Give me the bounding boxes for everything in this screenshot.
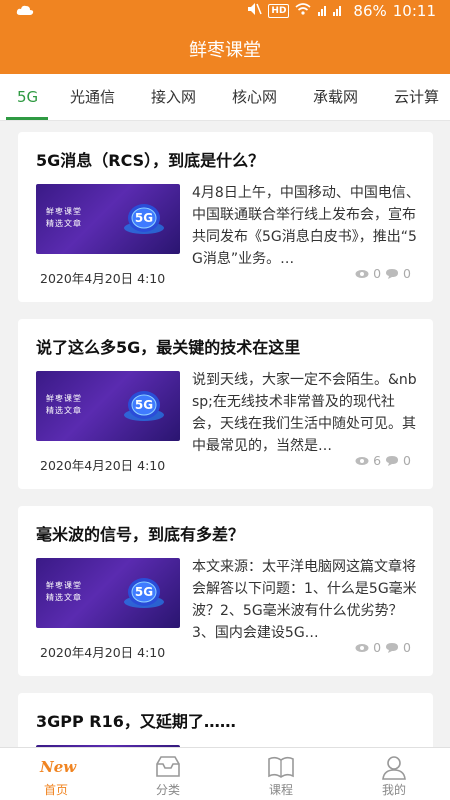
page-title: 鲜枣课堂 xyxy=(189,40,261,61)
thumbnail-caption: 鲜枣课堂 精选文章 xyxy=(46,394,82,415)
tab-access-network[interactable]: 接入网 xyxy=(151,74,196,120)
book-icon xyxy=(268,756,294,778)
eye-icon xyxy=(355,643,369,652)
article-date: 2020年4月20日 4:10 xyxy=(40,271,166,286)
nav-home[interactable]: New 首页 xyxy=(0,748,112,800)
tab-core-network[interactable]: 核心网 xyxy=(232,74,277,120)
svg-text:5G: 5G xyxy=(135,585,153,599)
article-card[interactable]: 说了这么多5G，最关键的技术在这里 鲜枣课堂 精选文章 5G 说到天线，大家一定不… xyxy=(18,319,433,489)
article-title: 说了这么多5G，最关键的技术在这里 xyxy=(36,338,301,357)
article-card[interactable]: 3GPP R16，又延期了…… xyxy=(18,693,433,747)
nav-label: 我的 xyxy=(381,783,406,797)
status-bar: HD 86% 10:11 xyxy=(0,0,450,24)
tab-cloud-computing[interactable]: 云计算 xyxy=(394,74,439,120)
article-card[interactable]: 5G消息（RCS），到底是什么？ 鲜枣课堂 精选文章 5G 4月8日上午，中国移动… xyxy=(18,132,433,302)
status-time: 10:11 xyxy=(392,2,436,20)
article-summary: 4月8日上午，中国移动、中国电信、中国联通联合举行线上发布会，宣布共同发布《5G… xyxy=(192,185,420,267)
article-stats: 0 0 xyxy=(355,640,411,655)
view-count: 6 xyxy=(373,453,382,468)
wifi-icon xyxy=(295,2,311,20)
tab-optical[interactable]: 光通信 xyxy=(70,74,115,120)
svg-text:5G: 5G xyxy=(135,211,153,225)
article-stats: 0 0 xyxy=(355,266,411,281)
nav-courses[interactable]: 课程 xyxy=(225,748,337,800)
5g-badge-icon: 5G xyxy=(124,578,164,608)
nav-label: 首页 xyxy=(43,783,68,797)
eye-icon xyxy=(355,456,369,465)
mute-icon xyxy=(246,2,263,20)
svg-text:5G: 5G xyxy=(135,398,153,412)
5g-badge-icon: 5G xyxy=(124,204,164,234)
article-summary: 本文来源：太平洋电脑网这篇文章将会解答以下问题：1、什么是5G毫米波？2、5G毫… xyxy=(192,559,417,641)
nav-profile[interactable]: 我的 xyxy=(338,748,450,800)
comment-icon xyxy=(386,455,399,466)
view-count: 0 xyxy=(373,266,382,281)
article-title: 毫米波的信号，到底有多差？ xyxy=(36,525,245,544)
nav-label: 分类 xyxy=(155,783,180,797)
signal-icon xyxy=(317,3,347,20)
category-tabs: 5G 光通信 接入网 核心网 承载网 云计算 xyxy=(0,74,450,121)
comment-icon xyxy=(386,268,399,279)
5g-badge-icon: 5G xyxy=(124,391,164,421)
article-thumbnail: 鲜枣课堂 精选文章 5G xyxy=(36,558,180,628)
thumbnail-caption: 鲜枣课堂 精选文章 xyxy=(46,581,82,602)
article-feed[interactable]: 5G消息（RCS），到底是什么？ 鲜枣课堂 精选文章 5G 4月8日上午，中国移动… xyxy=(0,121,450,747)
comment-icon xyxy=(386,642,399,653)
battery-level: 86% xyxy=(353,2,387,20)
article-date: 2020年4月20日 4:10 xyxy=(40,458,166,473)
article-title: 5G消息（RCS），到底是什么？ xyxy=(36,151,265,170)
article-thumbnail: 鲜枣课堂 精选文章 5G xyxy=(36,371,180,441)
tab-bearer-network[interactable]: 承载网 xyxy=(313,74,358,120)
comment-count: 0 xyxy=(403,640,411,655)
article-summary: 说到天线，大家一定不会陌生。&nbsp;在无线技术非常普及的现代社会，天线在我们… xyxy=(192,372,417,454)
tab-5g[interactable]: 5G xyxy=(17,74,38,120)
article-thumbnail: 鲜枣课堂 精选文章 5G xyxy=(36,184,180,254)
bottom-nav: New 首页 分类 课程 我的 xyxy=(0,747,450,800)
thumbnail-caption: 鲜枣课堂 精选文章 xyxy=(46,207,82,228)
eye-icon xyxy=(355,269,369,278)
app-header: 鲜枣课堂 xyxy=(0,24,450,74)
person-icon xyxy=(382,756,406,780)
tab-indicator xyxy=(6,117,48,120)
nav-category[interactable]: 分类 xyxy=(112,748,224,800)
article-card[interactable]: 毫米波的信号，到底有多差？ 鲜枣课堂 精选文章 5G 本文来源：太平洋电脑网这篇文… xyxy=(18,506,433,676)
comment-count: 0 xyxy=(403,453,411,468)
article-date: 2020年4月20日 4:10 xyxy=(40,645,166,660)
comment-count: 0 xyxy=(403,266,411,281)
article-title: 3GPP R16，又延期了…… xyxy=(36,712,236,731)
inbox-icon xyxy=(156,756,180,777)
hd-badge: HD xyxy=(268,4,290,18)
nav-label: 课程 xyxy=(268,783,293,797)
status-indicators: HD 86% 10:11 xyxy=(246,2,436,20)
article-stats: 6 0 xyxy=(355,453,411,468)
view-count: 0 xyxy=(373,640,382,655)
cloud-icon xyxy=(16,3,34,21)
new-logo-icon: New xyxy=(40,758,77,776)
